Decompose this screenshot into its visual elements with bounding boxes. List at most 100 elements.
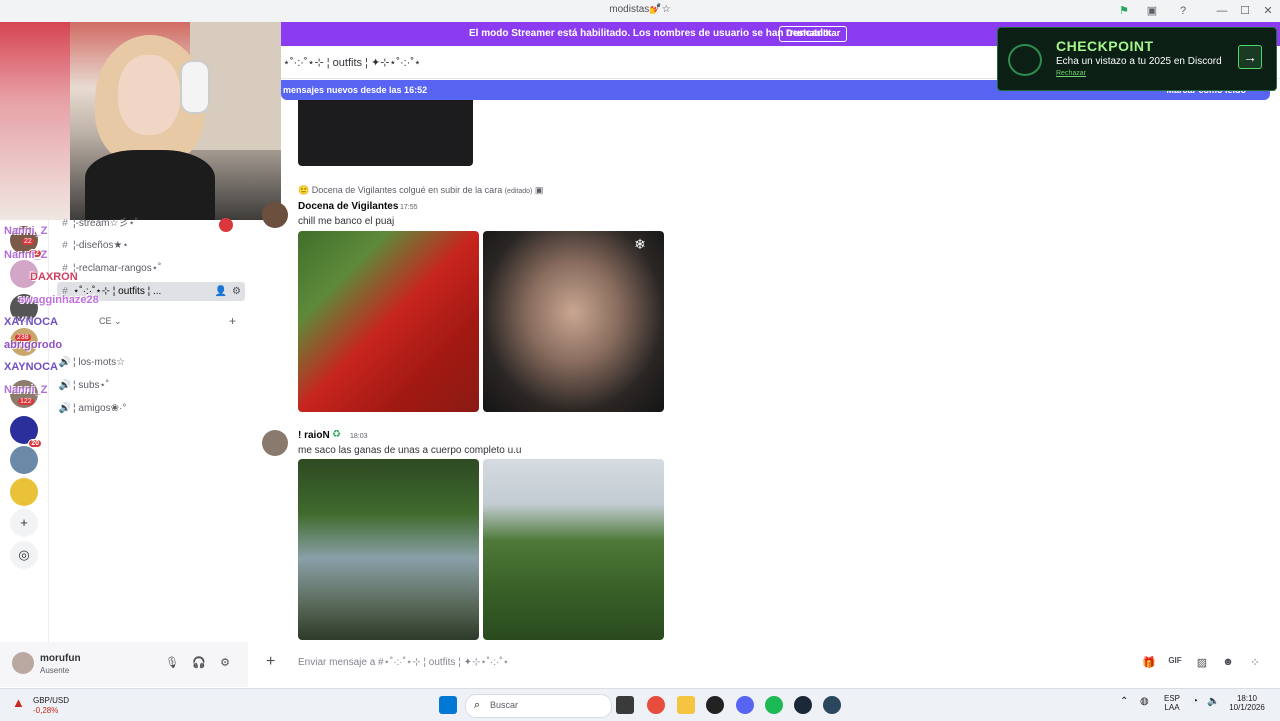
file-icon[interactable] [616,696,634,714]
avatar[interactable] [262,430,288,456]
folder-icon[interactable] [677,696,695,714]
message-author[interactable]: Docena de Vigilantes [298,201,398,212]
gear-icon[interactable]: ⚙ [232,282,241,301]
reply-reference[interactable]: 🙂 Docena de Vigilantes colgué en subir d… [298,185,543,196]
message-image[interactable] [298,459,479,640]
headphones-icon [180,60,210,114]
snowflake-icon: ❄ [634,236,646,252]
settings-gear-icon[interactable]: ⚙ [217,656,233,672]
stock-widget-icon[interactable]: ▲ [12,695,25,710]
channel-item[interactable]: # ¦-diseños★⋆ [57,236,253,255]
discover-compass-icon[interactable]: ◎ [10,541,38,569]
webcam-person-face [118,55,180,135]
spotify-icon[interactable] [765,696,783,714]
add-server-icon[interactable]: + [10,509,38,537]
help-icon[interactable]: ? [1175,3,1191,19]
obs-icon[interactable] [706,696,724,714]
gif-icon[interactable]: GIF [1167,656,1183,670]
overlay-name: DAXRON [30,271,78,283]
message-input[interactable]: Enviar mensaje a #⋆˚·:·˚⋆⊹ ¦ outfits ¦ ✦… [298,657,509,668]
disable-streamer-button[interactable]: Deshabilitar [779,26,848,42]
volume-icon[interactable]: 🔈 [1207,696,1219,707]
overlay-count: 22 [22,238,34,245]
voice-channel-item[interactable]: 🔊 ¦ amigos❀·° [57,399,253,418]
inbox-flag-icon[interactable]: ⚑ [1116,3,1132,19]
taskbar-search[interactable]: ⌕ Buscar [465,694,612,718]
wifi-icon[interactable]: ◔ [1192,696,1198,707]
overlay-name: Nanni_Z [4,384,48,396]
screen-share-icon[interactable]: ▣ [1144,3,1160,19]
steam-icon[interactable] [823,696,841,714]
emoji-icon[interactable]: ☻ [1220,656,1236,670]
overlay-name: Nanni_Z [4,225,48,237]
user-panel: morufun Ausente 🎙 🎧 ⚙ [0,642,248,687]
username[interactable]: morufun [40,653,81,664]
server-rail: 22 20 + ◎ [0,220,49,682]
checkpoint-subtitle: Echa un vistazo a tu 2025 en Discord [1056,56,1222,67]
image-icon: ▣ [534,185,544,195]
chevron-up-icon[interactable]: ⌃ [1120,696,1128,707]
microphone-icon[interactable]: 🎙 [164,656,180,672]
close-icon[interactable]: ✕ [1260,3,1276,19]
user-status: Ausente [40,666,70,675]
webcam-feed [0,0,281,220]
message-composer[interactable]: + Enviar mensaje a #⋆˚·:·˚⋆⊹ ¦ outfits ¦… [262,648,1272,678]
new-messages-text: mensajes nuevos desde las 16:52 [283,85,428,95]
search-icon: ⌕ [474,699,481,711]
overlay-count: 238 [15,334,31,341]
overlay-name: Nanni_Z [4,249,48,261]
message-time: 18:03 [350,433,368,440]
voice-channel-item[interactable]: 🔊 ¦ los-mots☆ [57,353,253,372]
overlay-name: XAYNOCA [4,361,58,373]
overlay-name: abrigorodo [4,339,63,351]
headphones-icon[interactable]: 🎧 [191,656,207,672]
server-icon[interactable]: 20 [10,416,42,448]
webcam-person-shirt [85,150,215,220]
arrow-right-icon[interactable]: → [1238,45,1262,69]
checkpoint-popup[interactable]: CHECKPOINT Echa un vistazo a tu 2025 en … [997,27,1277,91]
taskbar: ▲ GBP/USD -0,28% ⌕ Buscar ⌃ ◍ ESP LAA ◔ 🔈… [0,688,1280,721]
message-author[interactable]: ! raioN [298,430,330,441]
window-title: modistas💅☆ [609,4,671,15]
clock[interactable]: 18:10 10/1/2026 [1222,694,1272,712]
avatar[interactable] [12,652,34,674]
webcam-curtain [0,0,70,220]
minimize-icon[interactable]: — [1214,3,1230,19]
add-channel-icon[interactable]: + [229,314,236,328]
message-image[interactable] [298,231,479,412]
avatar[interactable] [262,202,288,228]
overlay-name: swagginhaze28 [18,294,99,306]
chrome-icon[interactable] [647,696,665,714]
message-content: chill me banco el puaj [298,216,395,227]
stock-change: -0,28% [33,706,59,715]
message-image[interactable] [483,231,664,412]
message-image[interactable] [483,459,664,640]
language-indicator[interactable]: ESP LAA [1160,694,1184,712]
channel-header-name: ⋆˚·:·˚⋆⊹ ¦ outfits ¦ ✦⊹⋆˚·:·˚⋆ [283,57,421,69]
voice-channel-item[interactable]: 🔊 ¦ subs⋆˚ [57,376,253,395]
search-placeholder: Buscar [490,700,519,710]
message-time: 17:55 [400,204,418,211]
category-header[interactable]: CE ⌄ [99,316,122,327]
channel-item[interactable]: # ¦-stream☆彡⋆˚ [57,214,253,233]
gift-icon[interactable]: 🎁 [1141,656,1157,670]
start-windows-icon[interactable] [439,696,457,714]
channel-list: # ¦-stream☆彡⋆˚ # ¦-diseños★⋆ # ¦-reclamar-r… [49,218,248,640]
discord-icon[interactable] [736,696,754,714]
message-image[interactable] [298,100,473,166]
message-content: me saco las ganas de unas a cuerpo compl… [298,445,522,456]
sticker-icon[interactable]: ▨ [1194,656,1210,670]
checkpoint-dismiss-link[interactable]: Rechazar [1056,70,1086,77]
attach-plus-icon[interactable]: + [266,653,275,671]
tray-app-icon[interactable]: ◍ [1140,696,1149,707]
stock-name[interactable]: GBP/USD [33,696,69,705]
maximize-icon[interactable]: ☐ [1237,3,1253,19]
channel-item[interactable]: # ¦-reclamar-rangos⋆˚ [57,259,253,278]
server-icon[interactable] [10,478,38,506]
steam-icon[interactable] [794,696,812,714]
add-member-icon[interactable]: 👤 [215,282,227,301]
streamer-mode-message: El modo Streamer está habilitado. Los no… [469,28,832,39]
overlay-name: XAYNOCA [4,316,58,328]
server-icon[interactable] [10,446,38,474]
apps-icon[interactable]: ⁘ [1247,656,1263,670]
